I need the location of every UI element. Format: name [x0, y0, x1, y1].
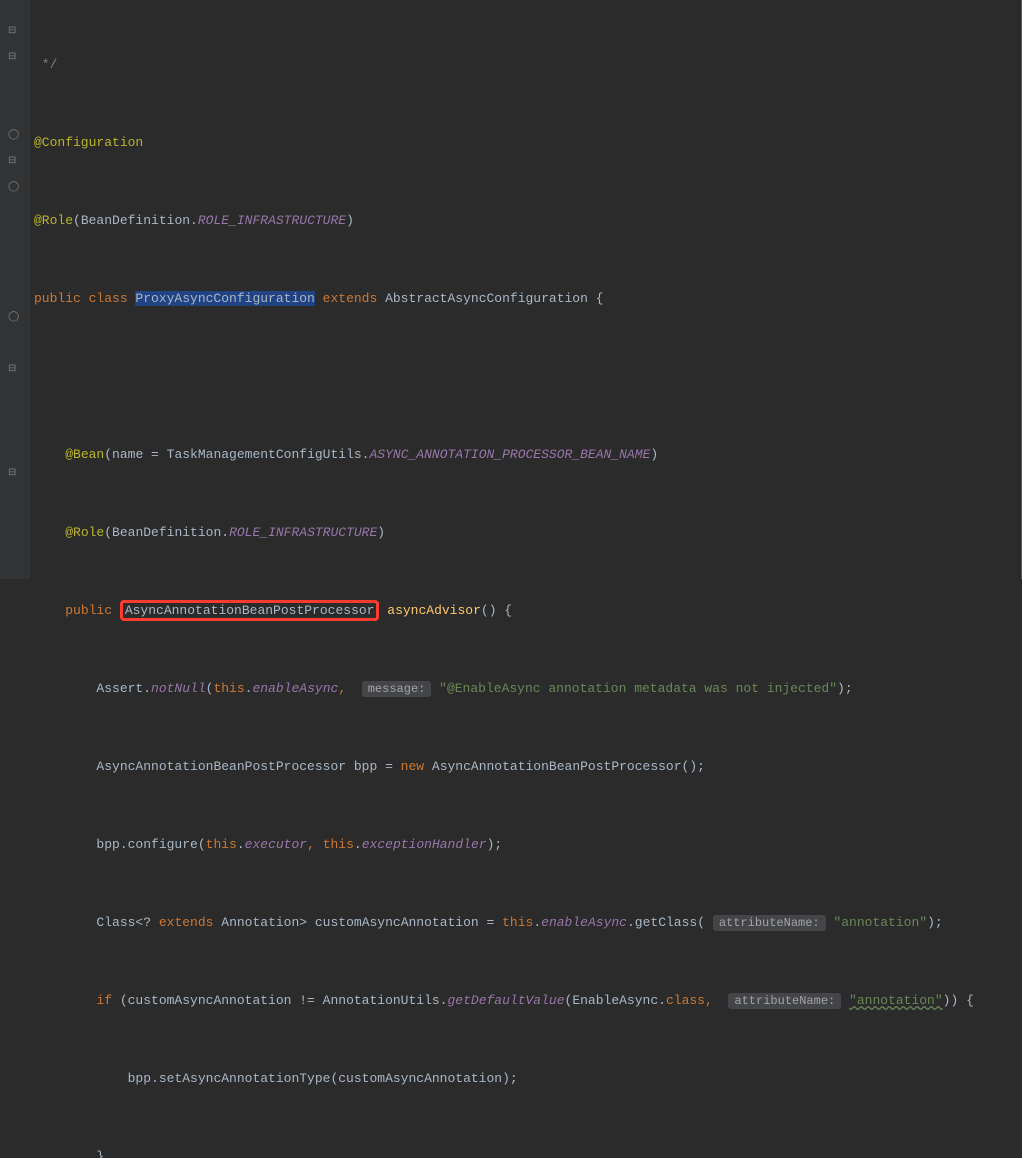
- stmt: AsyncAnnotationBeanPostProcessor();: [432, 759, 705, 774]
- keyword: class: [89, 291, 136, 306]
- punct: (: [206, 681, 214, 696]
- keyword: new: [401, 759, 432, 774]
- ref: EnableAsync: [572, 993, 658, 1008]
- override-icon[interactable]: ◯: [8, 311, 22, 325]
- keyword: public: [34, 291, 89, 306]
- stmt: Class<?: [96, 915, 158, 930]
- keyword: this: [213, 681, 244, 696]
- annotation: @Bean: [65, 447, 104, 462]
- superclass: AbstractAsyncConfiguration {: [385, 291, 603, 306]
- annotation: @Configuration: [34, 135, 143, 150]
- static-field: ROLE_INFRASTRUCTURE: [229, 525, 377, 540]
- code-editor[interactable]: ⊟ ⊟ ◯ ⊟ ◯ ◯ ⊟ ⊟ */ @Configuration @Role(…: [0, 0, 1022, 579]
- static-field: ASYNC_ANNOTATION_PROCESSOR_BEAN_NAME: [369, 447, 650, 462]
- ref: Assert.: [96, 681, 151, 696]
- stmt: (customAsyncAnnotation != AnnotationUtil…: [120, 993, 448, 1008]
- fold-icon[interactable]: ⊟: [8, 51, 22, 65]
- punct: )) {: [943, 993, 974, 1008]
- keyword: this: [206, 837, 237, 852]
- fold-icon[interactable]: ⊟: [8, 363, 22, 377]
- stmt: .getClass(: [627, 915, 705, 930]
- brace: }: [96, 1149, 104, 1158]
- punct: );: [837, 681, 853, 696]
- param-hint: message:: [362, 681, 432, 697]
- field: executor: [245, 837, 307, 852]
- field: enableAsync: [541, 915, 627, 930]
- ref: BeanDefinition.: [81, 213, 198, 228]
- keyword: this: [323, 837, 354, 852]
- string: "@EnableAsync annotation metadata was no…: [439, 681, 837, 696]
- punct: (BeanDefinition.: [104, 525, 229, 540]
- punct: ): [377, 525, 385, 540]
- punct: () {: [481, 603, 512, 618]
- stmt: bpp.setAsyncAnnotationType(customAsyncAn…: [128, 1071, 518, 1086]
- highlighted-type: AsyncAnnotationBeanPostProcessor: [120, 600, 380, 621]
- override-icon[interactable]: ◯: [8, 129, 22, 143]
- keyword: class: [666, 993, 705, 1008]
- field: exceptionHandler: [362, 837, 487, 852]
- punct: (: [565, 993, 573, 1008]
- annotation: @Role: [34, 213, 73, 228]
- editor-gutter: ⊟ ⊟ ◯ ⊟ ◯ ◯ ⊟ ⊟: [0, 0, 30, 579]
- param-hint: attributeName:: [713, 915, 826, 931]
- class-name-selected: ProxyAsyncConfiguration: [135, 291, 314, 306]
- punct: );: [927, 915, 943, 930]
- punct: (name = TaskManagementConfigUtils.: [104, 447, 369, 462]
- override-icon[interactable]: ◯: [8, 181, 22, 195]
- static-method: getDefaultValue: [447, 993, 564, 1008]
- punct: );: [487, 837, 503, 852]
- static-field: ROLE_INFRASTRUCTURE: [198, 213, 346, 228]
- punct: (: [73, 213, 81, 228]
- punct: .: [354, 837, 362, 852]
- stmt: AsyncAnnotationBeanPostProcessor bpp =: [96, 759, 400, 774]
- param-hint: attributeName:: [728, 993, 841, 1009]
- static-method: notNull: [151, 681, 206, 696]
- punct: ): [650, 447, 658, 462]
- method-name: asyncAdvisor: [379, 603, 480, 618]
- punct: .: [237, 837, 245, 852]
- annotation: @Role: [65, 525, 104, 540]
- punct: ,: [307, 837, 323, 852]
- keyword: if: [96, 993, 119, 1008]
- field: enableAsync: [252, 681, 338, 696]
- fold-icon[interactable]: ⊟: [8, 155, 22, 169]
- fold-icon[interactable]: ⊟: [8, 467, 22, 481]
- keyword: extends: [315, 291, 385, 306]
- keyword: public: [65, 603, 120, 618]
- comment-text: */: [34, 57, 57, 72]
- punct: .: [245, 681, 253, 696]
- string: "annotation": [833, 915, 927, 930]
- fold-icon[interactable]: ⊟: [8, 25, 22, 39]
- keyword: this: [502, 915, 533, 930]
- code-content[interactable]: */ @Configuration @Role(BeanDefinition.R…: [30, 0, 1021, 579]
- stmt: Annotation> customAsyncAnnotation =: [221, 915, 502, 930]
- punct: ): [346, 213, 354, 228]
- stmt: bpp.configure(: [96, 837, 205, 852]
- string: "annotation": [849, 993, 943, 1008]
- punct: .: [533, 915, 541, 930]
- punct: .: [658, 993, 666, 1008]
- punct: ,: [338, 681, 354, 696]
- keyword: extends: [159, 915, 221, 930]
- punct: ,: [705, 993, 721, 1008]
